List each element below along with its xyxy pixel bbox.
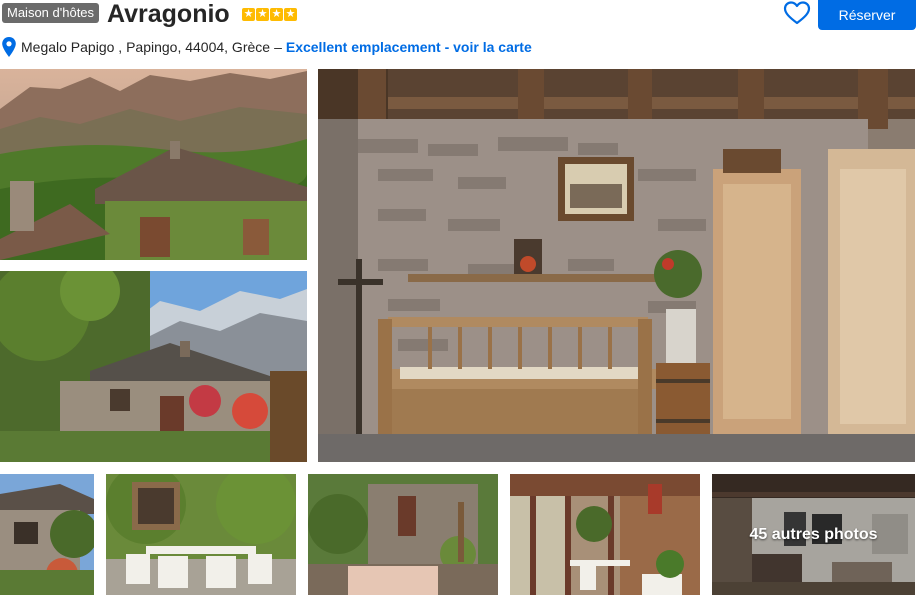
star-icon — [242, 6, 255, 22]
photo-house-mountains — [0, 69, 307, 260]
reserve-button[interactable]: Réserver — [818, 0, 916, 30]
gallery-photo-main[interactable] — [318, 69, 915, 462]
star-icon — [270, 6, 283, 22]
star-rating — [242, 6, 297, 22]
map-pin-icon — [2, 37, 16, 57]
gallery-thumb-5-more[interactable]: 45 autres photos — [712, 474, 915, 595]
address-separator: – — [274, 39, 282, 55]
photo-stone-interior — [318, 69, 915, 462]
show-map-link[interactable]: Excellent emplacement - voir la carte — [286, 39, 532, 55]
gallery-thumb-4[interactable] — [510, 474, 700, 595]
gallery-thumb-2[interactable] — [106, 474, 296, 595]
photo-house-garden — [0, 474, 94, 595]
star-icon — [284, 6, 297, 22]
more-photos-overlay[interactable]: 45 autres photos — [712, 474, 915, 595]
star-icon — [256, 6, 269, 22]
more-photos-label: 45 autres photos — [749, 525, 878, 543]
property-name: Avragonio — [107, 0, 230, 28]
address-row: Megalo Papigo , Papingo, 44004, Grèce – … — [0, 36, 532, 58]
gallery-thumb-1[interactable] — [0, 474, 94, 595]
gallery-photo-2[interactable] — [0, 271, 307, 462]
property-header: Maison d'hôtes Avragonio Réserver Megalo… — [0, 0, 918, 64]
photo-courtyard — [308, 474, 498, 595]
property-address: Megalo Papigo , Papingo, 44004, Grèce — [21, 39, 271, 55]
photo-stone-house-flowers — [0, 271, 307, 462]
heart-outline-icon — [783, 1, 811, 25]
gallery-thumb-3[interactable] — [308, 474, 498, 595]
save-favorite-button[interactable] — [783, 0, 811, 26]
property-type-badge: Maison d'hôtes — [2, 3, 100, 23]
photo-terrace-chairs — [106, 474, 296, 595]
gallery-photo-1[interactable] — [0, 69, 307, 260]
photo-veranda — [510, 474, 700, 595]
